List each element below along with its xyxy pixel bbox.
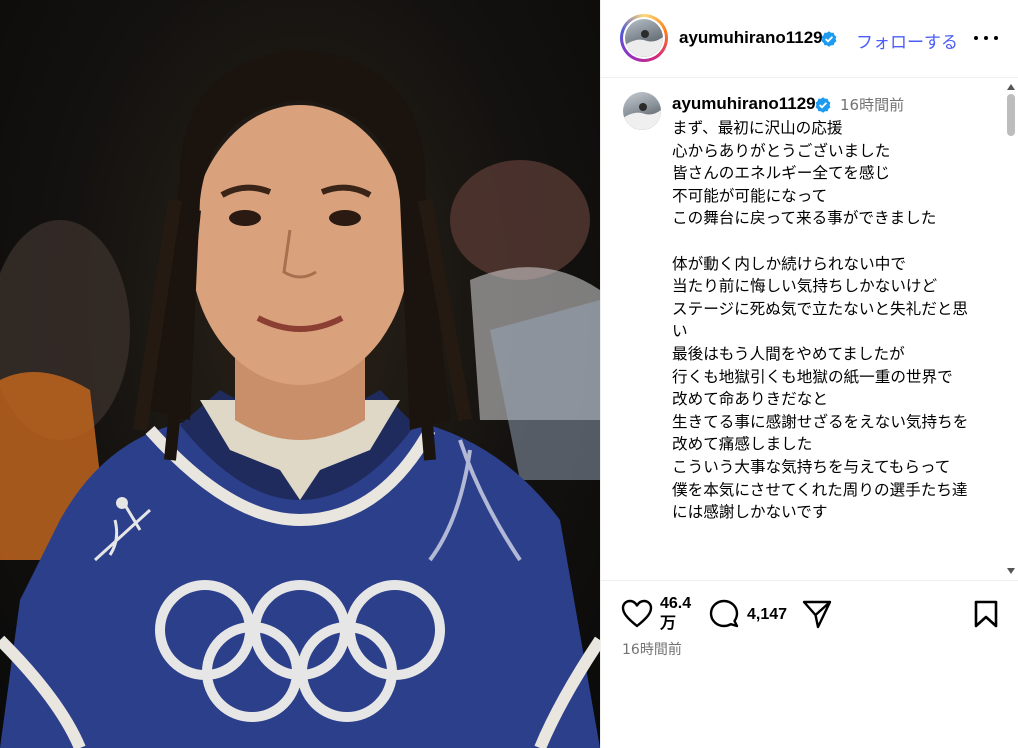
- more-options-icon[interactable]: [973, 26, 999, 48]
- post-photo[interactable]: [0, 0, 600, 748]
- author-avatar[interactable]: [620, 14, 668, 62]
- author-username[interactable]: ayumuhirano1129: [679, 28, 823, 48]
- scroll-down-arrow-icon[interactable]: [1007, 568, 1015, 574]
- verified-badge-icon: [815, 97, 831, 113]
- heart-icon[interactable]: [621, 599, 653, 629]
- scroll-thumb[interactable]: [1007, 94, 1015, 136]
- verified-badge-icon: [821, 31, 837, 47]
- caption-scrollbar[interactable]: [1005, 80, 1017, 578]
- share-icon[interactable]: [801, 599, 833, 629]
- post-timestamp[interactable]: 16時間前: [622, 639, 682, 659]
- more-dot: [974, 36, 978, 40]
- bookmark-icon[interactable]: [973, 599, 999, 629]
- athlete-photo-illustration: [0, 50, 600, 748]
- caption-username[interactable]: ayumuhirano1129: [672, 94, 816, 114]
- more-dot: [984, 36, 988, 40]
- avatar-graphic: [625, 30, 663, 57]
- post-sidebar: ayumuhirano1129 フォローする ayumuhirano1129 1…: [600, 0, 1018, 748]
- avatar-image: [625, 19, 663, 57]
- caption-time[interactable]: 16時間前: [840, 94, 904, 115]
- comment-count[interactable]: 4,147: [747, 605, 787, 625]
- post-header: ayumuhirano1129 フォローする: [601, 0, 1018, 78]
- scroll-up-arrow-icon[interactable]: [1007, 84, 1015, 90]
- caption-area[interactable]: ayumuhirano1129 16時間前 まず、最初に沢山の応援 心からありが…: [601, 78, 1018, 580]
- follow-button[interactable]: フォローする: [856, 28, 958, 53]
- action-bar: 46.4 万 4,147 16時間前: [601, 580, 1018, 748]
- caption-avatar[interactable]: [623, 92, 661, 130]
- avatar-frame: [623, 17, 665, 59]
- more-dot: [994, 36, 998, 40]
- like-count[interactable]: 46.4 万: [660, 594, 691, 634]
- comment-icon[interactable]: [708, 599, 740, 629]
- caption-avatar-graphic: [623, 103, 661, 130]
- caption-text: まず、最初に沢山の応援 心からありがとうございました 皆さんのエネルギー全てを感…: [672, 119, 969, 522]
